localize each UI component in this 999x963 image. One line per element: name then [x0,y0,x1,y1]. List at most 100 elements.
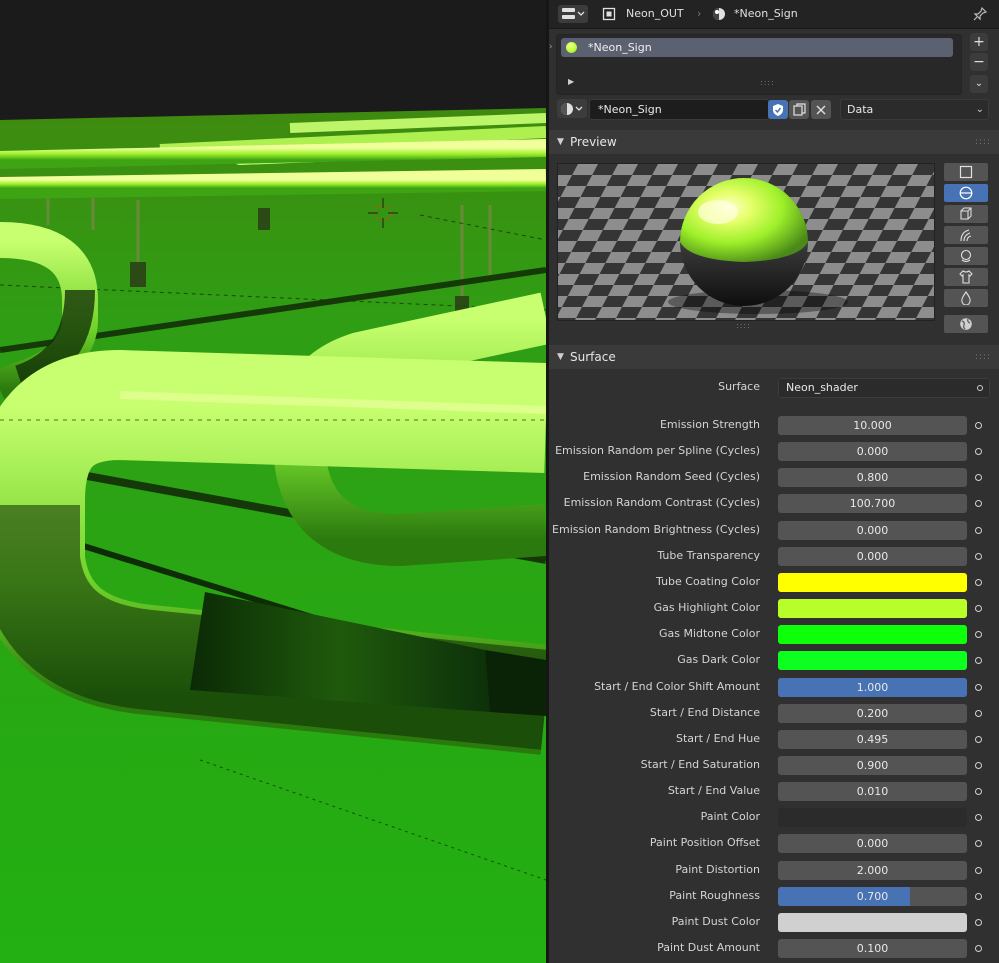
number-field[interactable]: 100.700 [778,494,967,513]
color-swatch[interactable] [778,625,967,644]
material-slot-list[interactable]: *Neon_Sign ▶ :::: [556,34,962,95]
property-row: Emission Random Seed (Cycles) 0.800 [549,466,999,488]
node-socket-button[interactable] [972,759,985,772]
material-browse-icon [561,102,583,115]
droplet-icon [961,291,971,305]
node-socket-button[interactable] [972,524,985,537]
node-socket-button[interactable] [972,497,985,510]
property-label: Paint Position Offset [649,836,760,849]
preview-fluid-button[interactable] [944,289,988,307]
surface-shader-select[interactable]: Neon_shader [778,378,990,398]
pin-icon[interactable] [972,6,988,22]
link-mode-value: Data [847,103,874,116]
property-row: Paint Dust Amount 0.100 [549,937,999,959]
unlink-material-button[interactable] [811,100,831,119]
property-value: 2.000 [856,864,889,877]
node-socket-button[interactable] [972,445,985,458]
preview-sphere-button[interactable] [944,184,988,202]
preview-flat-button[interactable] [944,163,988,181]
surface-title: Surface [570,350,616,364]
node-socket-button[interactable] [972,942,985,955]
node-socket-button[interactable] [972,707,985,720]
material-breadcrumb[interactable]: *Neon_Sign [734,5,798,23]
node-socket-button[interactable] [972,811,985,824]
preview-world-button[interactable] [944,315,988,333]
property-row: Gas Dark Color [549,649,999,671]
node-socket-button[interactable] [972,471,985,484]
socket-icon [975,919,982,926]
number-field[interactable]: 0.000 [778,547,967,566]
node-socket-button[interactable] [972,576,985,589]
property-value: 0.000 [856,445,889,458]
remove-slot-button[interactable]: − [970,53,988,71]
world-icon [960,318,972,330]
property-label: Paint Distortion [675,863,760,876]
node-socket-button[interactable] [972,681,985,694]
number-field[interactable]: 0.800 [778,468,967,487]
number-field[interactable]: 0.900 [778,756,967,775]
preview-hair-button[interactable] [944,226,988,244]
plane-icon [959,165,973,179]
property-row: Paint Position Offset 0.000 [549,832,999,854]
node-socket-button[interactable] [972,628,985,641]
socket-icon [975,684,982,691]
number-field[interactable]: 0.000 [778,442,967,461]
color-swatch[interactable] [778,913,967,932]
preview-resize-grip-icon[interactable]: :::: [736,321,751,330]
property-row: Start / End Color Shift Amount 1.000 [549,676,999,698]
node-socket-button[interactable] [972,864,985,877]
number-field[interactable]: 0.495 [778,730,967,749]
number-field[interactable]: 10.000 [778,416,967,435]
preview-cube-button[interactable] [944,205,988,223]
list-item[interactable]: *Neon_Sign [561,38,953,57]
add-slot-button[interactable]: + [970,33,988,51]
fake-user-button[interactable] [768,100,788,119]
drag-grip-icon[interactable]: :::: [975,345,991,369]
property-label: Tube Transparency [657,549,760,562]
color-swatch[interactable] [778,651,967,670]
drag-grip-icon[interactable]: :::: [975,130,991,154]
preview-panel-header[interactable]: ▼ Preview :::: [549,130,999,154]
collapse-arrow-icon[interactable]: › [549,42,555,54]
node-socket-button[interactable] [972,916,985,929]
number-field[interactable]: 0.000 [778,834,967,853]
output-object-name[interactable]: Neon_OUT [626,5,684,23]
node-socket-button[interactable] [972,733,985,746]
number-field[interactable]: 0.100 [778,939,967,958]
number-field[interactable]: 0.010 [778,782,967,801]
node-socket-button[interactable] [972,550,985,563]
node-socket-button[interactable] [972,419,985,432]
color-swatch[interactable] [778,808,967,827]
number-field[interactable]: 0.200 [778,704,967,723]
color-swatch[interactable] [778,573,967,592]
surface-panel-header[interactable]: ▼ Surface :::: [549,345,999,369]
expand-arrow-icon[interactable]: ▶ [568,77,574,86]
node-socket-button[interactable] [972,654,985,667]
property-label: Gas Midtone Color [658,627,760,640]
socket-icon [975,840,982,847]
property-row: Tube Transparency 0.000 [549,545,999,567]
link-mode-select[interactable]: Data ⌄ [840,99,989,120]
preview-monkey-button[interactable] [944,247,988,265]
duplicate-material-button[interactable] [789,100,809,119]
slot-specials-button[interactable]: ⌄ [970,75,988,93]
factor-slider[interactable]: 0.700 [778,887,967,906]
socket-icon [975,500,982,507]
node-socket-button[interactable] [972,890,985,903]
color-swatch[interactable] [778,599,967,618]
resize-grip-icon[interactable]: :::: [760,78,775,87]
number-field[interactable]: 2.000 [778,861,967,880]
3d-viewport[interactable] [0,0,546,963]
node-socket-button[interactable] [972,602,985,615]
editor-type-button[interactable] [558,5,588,23]
number-field[interactable]: 0.000 [778,521,967,540]
property-value: 0.010 [856,785,889,798]
preview-cloth-button[interactable] [944,268,988,286]
material-name-field[interactable]: *Neon_Sign [589,99,769,120]
node-socket-button[interactable] [972,837,985,850]
factor-slider[interactable]: 1.000 [778,678,967,697]
node-socket-button[interactable] [972,785,985,798]
browse-material-button[interactable] [557,99,587,118]
property-label: Emission Random Contrast (Cycles) [563,496,760,509]
property-label: Start / End Saturation [640,758,760,771]
